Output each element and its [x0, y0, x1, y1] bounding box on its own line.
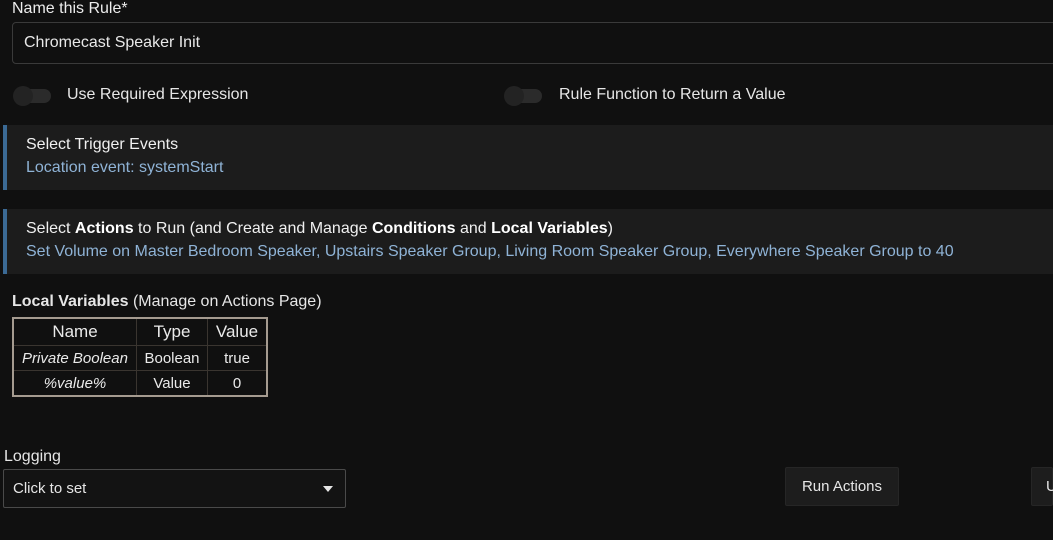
toggle-knob	[13, 86, 33, 106]
actions-title-mid1: to Run (and Create and Manage	[133, 220, 372, 237]
local-variables-heading-bold: Local Variables	[12, 293, 129, 310]
actions-panel[interactable]: Select Actions to Run (and Create and Ma…	[3, 209, 1053, 274]
column-header-name: Name	[12, 317, 137, 346]
run-actions-button[interactable]: Run Actions	[785, 467, 899, 506]
required-expression-toggle[interactable]	[13, 86, 51, 106]
actions-title-actions: Actions	[74, 220, 134, 237]
variable-name: Private Boolean	[12, 345, 137, 371]
return-value-label: Rule Function to Return a Value	[559, 86, 786, 103]
rule-name-input[interactable]	[12, 22, 1053, 64]
actions-title-local-vars: Local Variables	[491, 220, 608, 237]
actions-summary[interactable]: Set Volume on Master Bedroom Speaker, Up…	[26, 240, 1053, 263]
logging-select[interactable]: Click to set	[3, 469, 346, 508]
table-row: Private Boolean Boolean true	[12, 345, 268, 371]
actions-title-conditions: Conditions	[371, 220, 456, 237]
partial-button[interactable]: U	[1031, 467, 1053, 506]
table-header-row: Name Type Value	[12, 317, 268, 346]
variable-value: 0	[207, 370, 268, 397]
trigger-events-title: Select Trigger Events	[26, 136, 179, 153]
local-variables-heading: Local Variables (Manage on Actions Page)	[12, 293, 322, 311]
actions-title-mid2: and	[455, 220, 492, 237]
toggle-knob	[504, 86, 524, 106]
actions-title-suffix: )	[607, 220, 613, 237]
chevron-down-icon	[323, 486, 333, 492]
variable-type: Value	[136, 370, 208, 397]
actions-title-prefix: Select	[26, 220, 75, 237]
return-value-toggle[interactable]	[504, 86, 542, 106]
column-header-value: Value	[207, 317, 268, 346]
local-variables-table: Name Type Value Private Boolean Boolean …	[12, 317, 268, 397]
required-expression-label: Use Required Expression	[67, 86, 249, 103]
logging-label: Logging	[4, 448, 61, 465]
actions-title: Select Actions to Run (and Create and Ma…	[26, 219, 1053, 239]
trigger-events-panel[interactable]: Select Trigger Events Location event: sy…	[3, 125, 1053, 190]
column-header-type: Type	[136, 317, 208, 346]
variable-type: Boolean	[136, 345, 208, 371]
local-variables-heading-note: (Manage on Actions Page)	[128, 293, 322, 310]
logging-select-value: Click to set	[13, 480, 87, 497]
rule-name-label: Name this Rule*	[12, 0, 128, 17]
variable-value: true	[207, 345, 268, 371]
table-row: %value% Value 0	[12, 370, 268, 397]
trigger-events-summary[interactable]: Location event: systemStart	[26, 156, 1053, 179]
variable-name: %value%	[12, 370, 137, 397]
